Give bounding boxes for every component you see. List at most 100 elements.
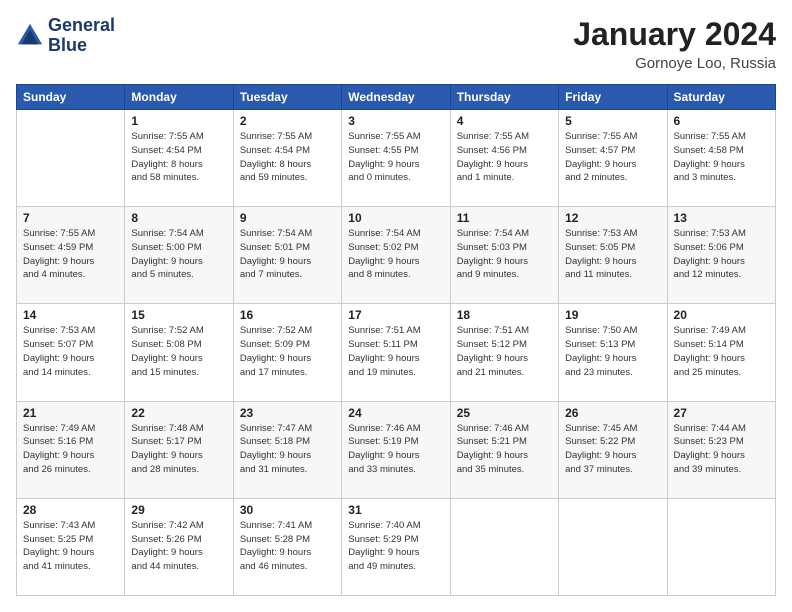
day-number: 12 — [565, 211, 660, 225]
day-number: 25 — [457, 406, 552, 420]
day-info: Sunrise: 7:55 AMSunset: 4:54 PMDaylight:… — [240, 130, 335, 185]
day-info: Sunrise: 7:51 AMSunset: 5:12 PMDaylight:… — [457, 324, 552, 379]
day-number: 29 — [131, 503, 226, 517]
table-row: 2 Sunrise: 7:55 AMSunset: 4:54 PMDayligh… — [233, 110, 341, 207]
logo-text: General Blue — [48, 16, 115, 56]
col-tuesday: Tuesday — [233, 85, 341, 110]
day-info: Sunrise: 7:54 AMSunset: 5:02 PMDaylight:… — [348, 227, 443, 282]
table-row: 7 Sunrise: 7:55 AMSunset: 4:59 PMDayligh… — [17, 207, 125, 304]
day-number: 1 — [131, 114, 226, 128]
day-number: 13 — [674, 211, 769, 225]
day-info: Sunrise: 7:53 AMSunset: 5:06 PMDaylight:… — [674, 227, 769, 282]
col-wednesday: Wednesday — [342, 85, 450, 110]
table-row: 6 Sunrise: 7:55 AMSunset: 4:58 PMDayligh… — [667, 110, 775, 207]
table-row: 21 Sunrise: 7:49 AMSunset: 5:16 PMDaylig… — [17, 401, 125, 498]
table-row: 19 Sunrise: 7:50 AMSunset: 5:13 PMDaylig… — [559, 304, 667, 401]
title-block: January 2024 Gornoye Loo, Russia — [573, 16, 776, 72]
table-row: 20 Sunrise: 7:49 AMSunset: 5:14 PMDaylig… — [667, 304, 775, 401]
day-info: Sunrise: 7:53 AMSunset: 5:07 PMDaylight:… — [23, 324, 118, 379]
day-info: Sunrise: 7:51 AMSunset: 5:11 PMDaylight:… — [348, 324, 443, 379]
day-info: Sunrise: 7:55 AMSunset: 4:57 PMDaylight:… — [565, 130, 660, 185]
day-info: Sunrise: 7:53 AMSunset: 5:05 PMDaylight:… — [565, 227, 660, 282]
day-info: Sunrise: 7:41 AMSunset: 5:28 PMDaylight:… — [240, 519, 335, 574]
day-number: 26 — [565, 406, 660, 420]
table-row: 28 Sunrise: 7:43 AMSunset: 5:25 PMDaylig… — [17, 498, 125, 595]
logo-line1: General — [48, 16, 115, 36]
week-row-2: 14 Sunrise: 7:53 AMSunset: 5:07 PMDaylig… — [17, 304, 776, 401]
logo: General Blue — [16, 16, 115, 56]
day-info: Sunrise: 7:55 AMSunset: 4:58 PMDaylight:… — [674, 130, 769, 185]
day-number: 23 — [240, 406, 335, 420]
logo-line2: Blue — [48, 36, 115, 56]
page: General Blue January 2024 Gornoye Loo, R… — [0, 0, 792, 612]
day-info: Sunrise: 7:43 AMSunset: 5:25 PMDaylight:… — [23, 519, 118, 574]
table-row — [667, 498, 775, 595]
table-row: 25 Sunrise: 7:46 AMSunset: 5:21 PMDaylig… — [450, 401, 558, 498]
table-row: 24 Sunrise: 7:46 AMSunset: 5:19 PMDaylig… — [342, 401, 450, 498]
day-info: Sunrise: 7:44 AMSunset: 5:23 PMDaylight:… — [674, 422, 769, 477]
day-info: Sunrise: 7:49 AMSunset: 5:16 PMDaylight:… — [23, 422, 118, 477]
day-info: Sunrise: 7:52 AMSunset: 5:08 PMDaylight:… — [131, 324, 226, 379]
day-info: Sunrise: 7:54 AMSunset: 5:03 PMDaylight:… — [457, 227, 552, 282]
day-info: Sunrise: 7:49 AMSunset: 5:14 PMDaylight:… — [674, 324, 769, 379]
table-row: 22 Sunrise: 7:48 AMSunset: 5:17 PMDaylig… — [125, 401, 233, 498]
day-info: Sunrise: 7:46 AMSunset: 5:21 PMDaylight:… — [457, 422, 552, 477]
day-info: Sunrise: 7:48 AMSunset: 5:17 PMDaylight:… — [131, 422, 226, 477]
day-number: 9 — [240, 211, 335, 225]
table-row: 1 Sunrise: 7:55 AMSunset: 4:54 PMDayligh… — [125, 110, 233, 207]
day-number: 4 — [457, 114, 552, 128]
table-row: 3 Sunrise: 7:55 AMSunset: 4:55 PMDayligh… — [342, 110, 450, 207]
day-info: Sunrise: 7:55 AMSunset: 4:59 PMDaylight:… — [23, 227, 118, 282]
day-number: 21 — [23, 406, 118, 420]
day-number: 7 — [23, 211, 118, 225]
day-info: Sunrise: 7:47 AMSunset: 5:18 PMDaylight:… — [240, 422, 335, 477]
day-number: 22 — [131, 406, 226, 420]
day-info: Sunrise: 7:50 AMSunset: 5:13 PMDaylight:… — [565, 324, 660, 379]
week-row-1: 7 Sunrise: 7:55 AMSunset: 4:59 PMDayligh… — [17, 207, 776, 304]
logo-icon — [16, 22, 44, 50]
table-row: 13 Sunrise: 7:53 AMSunset: 5:06 PMDaylig… — [667, 207, 775, 304]
table-row: 8 Sunrise: 7:54 AMSunset: 5:00 PMDayligh… — [125, 207, 233, 304]
day-info: Sunrise: 7:55 AMSunset: 4:54 PMDaylight:… — [131, 130, 226, 185]
table-row: 10 Sunrise: 7:54 AMSunset: 5:02 PMDaylig… — [342, 207, 450, 304]
day-number: 15 — [131, 308, 226, 322]
table-row: 12 Sunrise: 7:53 AMSunset: 5:05 PMDaylig… — [559, 207, 667, 304]
day-number: 17 — [348, 308, 443, 322]
day-info: Sunrise: 7:40 AMSunset: 5:29 PMDaylight:… — [348, 519, 443, 574]
day-number: 30 — [240, 503, 335, 517]
day-number: 10 — [348, 211, 443, 225]
col-monday: Monday — [125, 85, 233, 110]
table-row: 5 Sunrise: 7:55 AMSunset: 4:57 PMDayligh… — [559, 110, 667, 207]
col-saturday: Saturday — [667, 85, 775, 110]
table-row: 14 Sunrise: 7:53 AMSunset: 5:07 PMDaylig… — [17, 304, 125, 401]
day-info: Sunrise: 7:52 AMSunset: 5:09 PMDaylight:… — [240, 324, 335, 379]
day-info: Sunrise: 7:42 AMSunset: 5:26 PMDaylight:… — [131, 519, 226, 574]
table-row — [450, 498, 558, 595]
day-number: 5 — [565, 114, 660, 128]
col-thursday: Thursday — [450, 85, 558, 110]
table-row: 16 Sunrise: 7:52 AMSunset: 5:09 PMDaylig… — [233, 304, 341, 401]
week-row-3: 21 Sunrise: 7:49 AMSunset: 5:16 PMDaylig… — [17, 401, 776, 498]
col-sunday: Sunday — [17, 85, 125, 110]
day-number: 20 — [674, 308, 769, 322]
day-info: Sunrise: 7:55 AMSunset: 4:55 PMDaylight:… — [348, 130, 443, 185]
day-number: 24 — [348, 406, 443, 420]
location: Gornoye Loo, Russia — [573, 55, 776, 72]
table-row: 23 Sunrise: 7:47 AMSunset: 5:18 PMDaylig… — [233, 401, 341, 498]
day-number: 19 — [565, 308, 660, 322]
day-number: 18 — [457, 308, 552, 322]
day-info: Sunrise: 7:45 AMSunset: 5:22 PMDaylight:… — [565, 422, 660, 477]
table-row: 18 Sunrise: 7:51 AMSunset: 5:12 PMDaylig… — [450, 304, 558, 401]
day-info: Sunrise: 7:54 AMSunset: 5:01 PMDaylight:… — [240, 227, 335, 282]
header: General Blue January 2024 Gornoye Loo, R… — [16, 16, 776, 72]
table-row: 31 Sunrise: 7:40 AMSunset: 5:29 PMDaylig… — [342, 498, 450, 595]
table-row: 30 Sunrise: 7:41 AMSunset: 5:28 PMDaylig… — [233, 498, 341, 595]
week-row-4: 28 Sunrise: 7:43 AMSunset: 5:25 PMDaylig… — [17, 498, 776, 595]
table-row: 15 Sunrise: 7:52 AMSunset: 5:08 PMDaylig… — [125, 304, 233, 401]
day-number: 28 — [23, 503, 118, 517]
header-row: Sunday Monday Tuesday Wednesday Thursday… — [17, 85, 776, 110]
table-row: 11 Sunrise: 7:54 AMSunset: 5:03 PMDaylig… — [450, 207, 558, 304]
table-row: 4 Sunrise: 7:55 AMSunset: 4:56 PMDayligh… — [450, 110, 558, 207]
table-row: 9 Sunrise: 7:54 AMSunset: 5:01 PMDayligh… — [233, 207, 341, 304]
day-number: 27 — [674, 406, 769, 420]
